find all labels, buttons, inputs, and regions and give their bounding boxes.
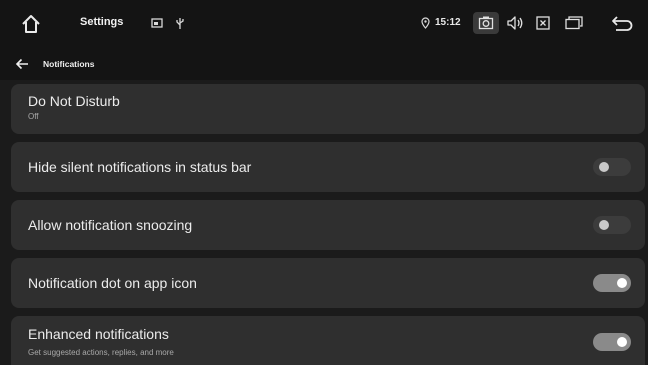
close-box-icon[interactable] [536, 16, 550, 30]
notification-dot-toggle[interactable] [593, 274, 631, 292]
setting-title: Do Not Disturb [28, 93, 120, 109]
status-bar-title: Settings [80, 16, 124, 28]
location-icon [421, 17, 430, 29]
toggle-thumb [617, 337, 627, 347]
setting-notification-dot[interactable]: Notification dot on app icon [11, 258, 645, 308]
toggle-thumb [617, 278, 627, 288]
setting-title: Allow notification snoozing [28, 217, 193, 233]
hide-silent-notifications-toggle[interactable] [593, 158, 631, 176]
camera-icon[interactable] [478, 15, 494, 31]
toggle-thumb [599, 162, 609, 172]
setting-title: Enhanced notifications [28, 326, 169, 342]
volume-icon[interactable] [506, 15, 524, 31]
setting-enhanced-notifications[interactable]: Enhanced notifications Get suggested act… [11, 316, 645, 365]
setting-do-not-disturb[interactable]: Do Not Disturb Off [11, 84, 645, 134]
status-bar: Settings 15:12 [0, 0, 648, 48]
setting-allow-snoozing[interactable]: Allow notification snoozing [11, 200, 645, 250]
app-bar: Notifications [0, 48, 648, 80]
arrow-back-icon[interactable] [14, 56, 30, 72]
page-title: Notifications [43, 59, 95, 69]
toggle-thumb [599, 220, 609, 230]
setting-hide-silent-notifications[interactable]: Hide silent notifications in status bar [11, 142, 645, 192]
usb-icon [175, 17, 185, 30]
clock: 15:12 [435, 17, 461, 28]
setting-title: Hide silent notifications in status bar [28, 159, 252, 175]
enhanced-notifications-toggle[interactable] [593, 333, 631, 351]
allow-snoozing-toggle[interactable] [593, 216, 631, 234]
back-icon[interactable] [610, 14, 634, 32]
setting-title: Notification dot on app icon [28, 275, 197, 291]
setting-subtitle: Off [28, 112, 39, 121]
setting-subtitle: Get suggested actions, replies, and more [28, 348, 174, 357]
home-icon[interactable] [20, 13, 42, 35]
screen-icon[interactable] [151, 18, 163, 29]
window-icon[interactable] [565, 16, 583, 30]
